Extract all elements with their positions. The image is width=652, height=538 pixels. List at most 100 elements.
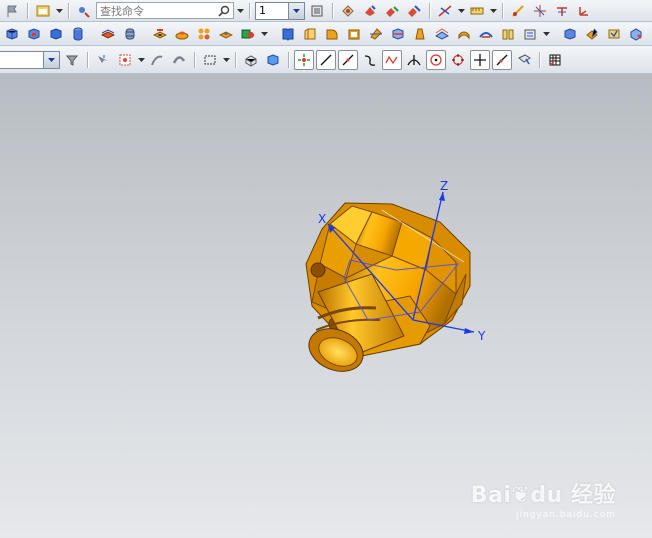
dropdown-caret-icon[interactable] xyxy=(137,50,145,70)
suppress-feature-icon[interactable] xyxy=(626,24,646,44)
select-all-icon[interactable] xyxy=(241,50,261,70)
offset-face-icon[interactable] xyxy=(432,24,452,44)
select-feature-icon[interactable] xyxy=(93,50,113,70)
flag-icon[interactable] xyxy=(2,1,22,21)
layer-combo[interactable]: 1 xyxy=(255,1,305,20)
knob-part[interactable] xyxy=(303,202,471,379)
analysis-icon[interactable] xyxy=(435,1,455,21)
blank-icon[interactable] xyxy=(360,1,380,21)
y-axis-arrow-icon xyxy=(464,328,474,334)
model-scene[interactable]: X Y Z xyxy=(0,74,652,538)
snap-arc-center-icon[interactable] xyxy=(426,49,446,70)
unite-icon[interactable] xyxy=(238,24,258,44)
snap-on-surface-icon[interactable] xyxy=(514,50,534,70)
combo-arrow-icon[interactable] xyxy=(43,51,59,68)
invert-show-icon[interactable] xyxy=(404,1,424,21)
split-body-icon[interactable] xyxy=(388,24,408,44)
snap-quadrant-icon[interactable] xyxy=(448,50,468,70)
measure-icon[interactable] xyxy=(467,1,487,21)
pocket-icon[interactable] xyxy=(216,24,236,44)
snap-existing-point-icon[interactable] xyxy=(470,49,490,70)
dropdown-caret-icon[interactable] xyxy=(457,1,465,21)
snap-curve-icon[interactable] xyxy=(360,50,380,70)
select-solid-icon[interactable] xyxy=(263,50,283,70)
select-body-icon[interactable] xyxy=(115,50,135,70)
point-constructor-icon[interactable] xyxy=(530,1,550,21)
y-axis-label: Y xyxy=(477,329,486,343)
rectangle-select-icon[interactable] xyxy=(200,50,220,70)
dropdown-caret-icon[interactable] xyxy=(222,50,230,70)
edit-feature-icon[interactable] xyxy=(582,24,602,44)
book-icon[interactable] xyxy=(278,24,298,44)
box-icon[interactable] xyxy=(24,24,44,44)
window-icon[interactable] xyxy=(33,1,53,21)
snap-on-curve-icon[interactable] xyxy=(492,49,512,70)
graphics-viewport[interactable]: X Y Z Bai❦du 经验 jingyan.baidu.com xyxy=(0,74,652,538)
watermark-brand: Bai❦du 经验 xyxy=(470,483,616,508)
baidu-watermark: Bai❦du 经验 jingyan.baidu.com xyxy=(471,477,616,520)
selection-toolbar xyxy=(0,46,652,74)
separator xyxy=(332,2,333,19)
layer-settings-icon[interactable] xyxy=(307,1,327,21)
command-search-input[interactable]: 查找命令 xyxy=(96,2,234,19)
select-face-icon[interactable] xyxy=(169,50,189,70)
layer-combo-value: 1 xyxy=(259,4,266,17)
dropdown-caret-icon[interactable] xyxy=(55,1,63,21)
combo-arrow-icon[interactable] xyxy=(288,2,304,19)
sew-icon[interactable] xyxy=(476,24,496,44)
snap-line-icon[interactable] xyxy=(316,49,336,70)
search-icon[interactable] xyxy=(218,5,230,17)
separator xyxy=(539,51,540,68)
thicken-icon[interactable] xyxy=(454,24,474,44)
z-axis-label: Z xyxy=(440,179,448,193)
cube-icon[interactable] xyxy=(46,24,66,44)
boss-icon[interactable] xyxy=(172,24,192,44)
dropdown-caret-icon[interactable] xyxy=(489,1,497,21)
snap-control-point-icon[interactable] xyxy=(382,49,402,70)
hole-icon[interactable] xyxy=(150,24,170,44)
separator xyxy=(249,2,250,19)
cylinder-icon[interactable] xyxy=(68,24,88,44)
solid-view-icon[interactable] xyxy=(560,24,580,44)
trim-body-icon[interactable] xyxy=(366,24,386,44)
csys-icon[interactable] xyxy=(574,1,594,21)
replace-feature-icon[interactable] xyxy=(604,24,624,44)
grid-display-icon[interactable] xyxy=(648,24,652,44)
separator xyxy=(235,51,236,68)
paw-icon: ❦ xyxy=(511,483,531,508)
select-filter-icon[interactable] xyxy=(62,50,82,70)
selection-filter-combo[interactable] xyxy=(0,50,60,69)
draft-icon[interactable] xyxy=(410,24,430,44)
move-object-icon[interactable] xyxy=(338,1,358,21)
scallop xyxy=(310,262,326,278)
pattern-icon[interactable] xyxy=(194,24,214,44)
search-placeholder: 查找命令 xyxy=(100,4,144,18)
separator xyxy=(68,2,69,19)
chamfer-icon[interactable] xyxy=(300,24,320,44)
find-tool-icon[interactable] xyxy=(74,1,94,21)
separator xyxy=(27,2,28,19)
mirror-icon[interactable] xyxy=(498,24,518,44)
block-icon[interactable] xyxy=(2,24,22,44)
edge-blend-icon[interactable] xyxy=(322,24,342,44)
dropdown-caret-icon[interactable] xyxy=(542,24,550,44)
separator xyxy=(502,2,503,19)
search-dropdown-caret-icon[interactable] xyxy=(236,1,244,21)
snap-icon[interactable] xyxy=(508,1,528,21)
plane-constructor-icon[interactable] xyxy=(552,1,572,21)
dropdown-caret-icon[interactable] xyxy=(260,24,268,44)
snap-mid-point-icon[interactable] xyxy=(338,49,358,70)
snap-grid-icon[interactable] xyxy=(545,50,565,70)
snap-intersection-icon[interactable] xyxy=(404,50,424,70)
separator xyxy=(288,51,289,68)
shell-icon[interactable] xyxy=(344,24,364,44)
revolve-icon[interactable] xyxy=(120,24,140,44)
extrude-icon[interactable] xyxy=(98,24,118,44)
extract-icon[interactable] xyxy=(520,24,540,44)
snap-end-point-icon[interactable] xyxy=(294,49,314,70)
top-toolbar: 查找命令 1 xyxy=(0,0,652,22)
z-axis-arrow-icon xyxy=(439,192,445,201)
select-curve-icon[interactable] xyxy=(147,50,167,70)
x-axis-label: X xyxy=(318,212,326,226)
show-hide-icon[interactable] xyxy=(382,1,402,21)
